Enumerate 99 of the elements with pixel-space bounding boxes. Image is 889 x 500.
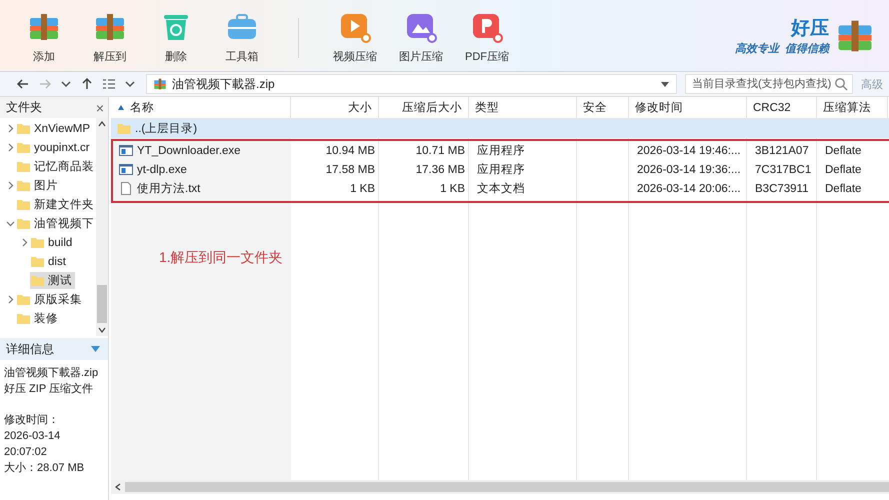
- logo-tagline: 高效专业 值得信赖: [734, 42, 829, 56]
- tree-item[interactable]: XnViewMP: [16, 121, 94, 136]
- text-file-icon: [119, 182, 133, 195]
- table-cell: Deflate: [825, 182, 862, 194]
- details-text: 2026-03-14: [4, 429, 62, 444]
- table-cell-text: ..(上层目录): [135, 122, 198, 136]
- details-title: 详细信息: [6, 340, 54, 358]
- parent-folder-row[interactable]: ..(上层目录): [111, 119, 889, 138]
- table-cell: 1 KB: [350, 182, 375, 194]
- scroll-down-icon[interactable]: [98, 327, 106, 333]
- horizontal-scrollbar[interactable]: [111, 480, 889, 494]
- column-header[interactable]: 安全: [583, 100, 607, 115]
- folder-icon: [17, 312, 30, 325]
- table-cell: 7C317BC1: [755, 164, 812, 176]
- table-cell: 2026-03-14 20:06:...: [637, 182, 741, 194]
- table-cell: Deflate: [825, 164, 862, 176]
- annotation-text: 1.解压到同一文件夹: [159, 249, 283, 265]
- table-cell: 2026-03-14 19:46:...: [637, 144, 741, 156]
- scroll-left-icon[interactable]: [115, 483, 121, 491]
- scroll-thumb[interactable]: [97, 285, 107, 323]
- folder-icon: [31, 274, 44, 287]
- back-icon[interactable]: [16, 77, 30, 91]
- scrollbar[interactable]: [96, 118, 108, 336]
- search-field[interactable]: 当前目录查找(支持包内查找): [685, 74, 853, 94]
- column-header[interactable]: CRC32: [753, 102, 791, 114]
- column-header[interactable]: 压缩算法: [823, 100, 871, 115]
- table-cell: 3B121A07: [755, 144, 809, 156]
- table-cell: B3C73911: [755, 182, 808, 194]
- chevron-right-icon[interactable]: [20, 238, 28, 247]
- column-header[interactable]: 名称: [130, 100, 154, 115]
- details-text: 20:07:02: [4, 445, 48, 460]
- folder-icon: [17, 293, 30, 306]
- table-cell: 应用程序: [477, 143, 525, 158]
- close-button[interactable]: ×: [96, 100, 104, 116]
- chevron-right-icon[interactable]: [6, 181, 14, 190]
- table-cell-text: 文本文档: [477, 182, 525, 196]
- scroll-thumb[interactable]: [125, 482, 889, 492]
- folder-icon: [31, 236, 44, 249]
- tree-item[interactable]: build: [30, 235, 76, 250]
- tree-item[interactable]: 油管视频下: [16, 215, 96, 232]
- table-cell: 10.71 MB: [416, 144, 465, 156]
- toolbar-button[interactable]: 图片压缩: [391, 4, 451, 68]
- tree-item[interactable]: 记忆商品装: [16, 158, 96, 175]
- toolbar-button[interactable]: PDF压缩: [457, 4, 517, 68]
- up-icon[interactable]: [80, 77, 94, 91]
- details-text: 好压 ZIP 压缩文件: [4, 382, 94, 397]
- toolbar-button[interactable]: 添加: [14, 4, 74, 68]
- table-cell: 17.36 MB: [416, 164, 465, 176]
- folder-icon: [17, 179, 30, 192]
- folder-icon: [17, 198, 30, 211]
- toolbar-button[interactable]: 删除: [146, 4, 206, 68]
- view-list-icon[interactable]: [102, 77, 116, 91]
- tree-item[interactable]: 装修: [16, 310, 61, 327]
- folder-icon: [17, 217, 30, 230]
- column-header[interactable]: 压缩后大小: [402, 100, 462, 115]
- chevron-right-icon[interactable]: [6, 124, 14, 133]
- column-header[interactable]: 类型: [475, 100, 499, 115]
- folder-icon: [17, 122, 30, 135]
- table-cell: 应用程序: [477, 162, 525, 177]
- toolbar-button[interactable]: 解压到: [80, 4, 140, 68]
- scroll-up-icon[interactable]: [98, 121, 106, 127]
- folder-icon: [17, 160, 30, 173]
- file-name[interactable]: 使用方法.txt: [137, 181, 200, 196]
- logo-name: 好压: [791, 17, 829, 41]
- folder-icon: [17, 141, 30, 154]
- path-field[interactable]: 油管视频下載器.zip: [146, 74, 677, 94]
- chevron-down-icon[interactable]: [6, 219, 14, 228]
- details-text: 大小：28.07 MB: [4, 461, 86, 476]
- application-icon: [119, 144, 133, 157]
- search-icon[interactable]: [834, 77, 848, 91]
- sidebar-title: 文件夹: [6, 99, 42, 116]
- details-text: 油管视频下載器.zip: [4, 366, 100, 381]
- file-name[interactable]: yt-dlp.exe: [137, 164, 187, 176]
- tree-item[interactable]: 原版采集: [16, 291, 85, 308]
- toolbar-button[interactable]: 工具箱: [212, 4, 272, 68]
- folder-icon: [117, 122, 131, 135]
- toolbar-button[interactable]: 视频压缩: [325, 4, 385, 68]
- dropdown-icon[interactable]: [660, 80, 670, 88]
- table-cell: Deflate: [825, 144, 862, 156]
- application-icon: [119, 163, 133, 176]
- table-cell: 2026-03-14 19:36:...: [637, 164, 741, 176]
- chevron-right-icon[interactable]: [6, 295, 14, 304]
- table-cell: 17.58 MB: [326, 164, 375, 176]
- tree-item[interactable]: 新建文件夹: [16, 196, 96, 213]
- collapse-icon[interactable]: [91, 346, 100, 352]
- column-header[interactable]: 修改时间: [635, 100, 683, 115]
- file-name[interactable]: YT_Downloader.exe: [137, 144, 241, 156]
- details-text: 修改时间：: [4, 413, 60, 428]
- folder-icon: [31, 255, 44, 268]
- tree-item[interactable]: dist: [30, 254, 69, 269]
- table-cell: 1 KB: [440, 182, 465, 194]
- chevron-right-icon[interactable]: [6, 143, 14, 152]
- sort-up-icon[interactable]: [117, 104, 125, 112]
- archive-icon: [153, 77, 167, 91]
- tree-item[interactable]: 图片: [16, 177, 61, 194]
- column-header[interactable]: 大小: [348, 100, 372, 115]
- tree-item[interactable]: youpinxt.cr: [16, 140, 93, 155]
- tree-item[interactable]: 测试: [30, 272, 75, 289]
- table-cell: 10.94 MB: [326, 144, 375, 156]
